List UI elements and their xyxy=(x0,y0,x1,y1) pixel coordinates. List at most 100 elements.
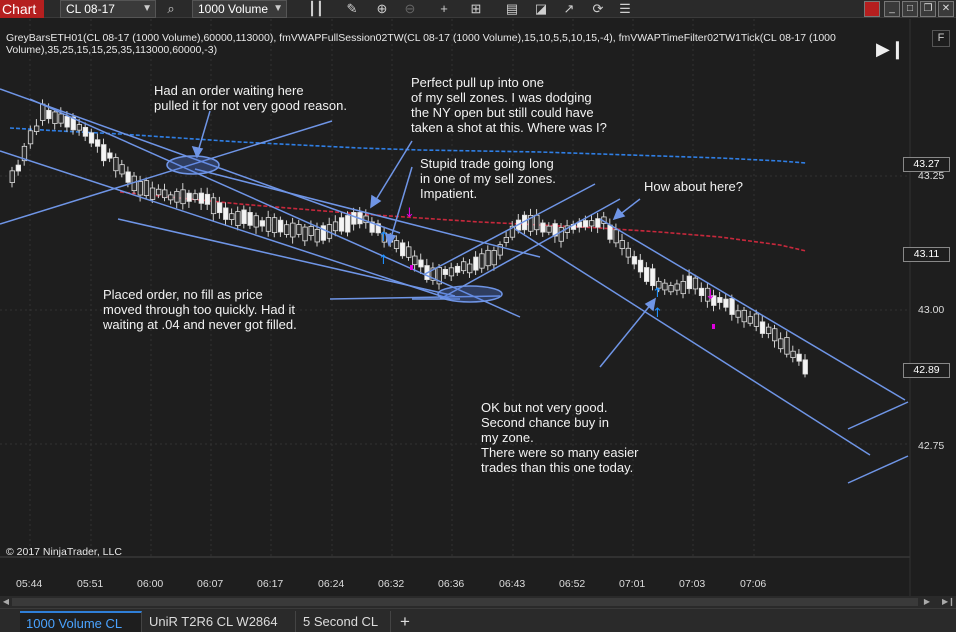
candle-body xyxy=(698,287,705,296)
formatting-button[interactable]: F xyxy=(932,30,950,47)
bar-type-icon[interactable]: ┃┃ xyxy=(307,1,325,17)
candle-body xyxy=(485,249,491,267)
candle-body xyxy=(277,219,284,233)
indicators-icon[interactable]: ▤ xyxy=(503,1,521,17)
candle-body xyxy=(735,310,741,318)
candle-body xyxy=(650,268,656,287)
drawing-tools-icon[interactable]: ↗ xyxy=(560,1,578,17)
candle-body xyxy=(143,180,150,197)
scroll-left-icon[interactable]: ◀ xyxy=(1,597,11,607)
candle-body xyxy=(454,265,461,273)
price-label: 42.75 xyxy=(918,440,945,452)
candle-body xyxy=(607,224,613,240)
candle-body xyxy=(637,259,644,273)
candle-body xyxy=(644,267,650,282)
link-color-icon[interactable] xyxy=(864,1,880,17)
candle-body xyxy=(418,259,424,268)
candle-body xyxy=(412,255,418,266)
time-label: 06:32 xyxy=(378,578,405,590)
candle-body xyxy=(34,125,40,132)
candle-body xyxy=(631,256,638,265)
time-label: 06:43 xyxy=(499,578,526,590)
candle-body xyxy=(479,253,485,269)
tab-1000-volume-cl[interactable]: 1000 Volume CL xyxy=(20,611,142,632)
close-icon[interactable]: ✕ xyxy=(938,1,954,17)
vwap-full-session-line xyxy=(9,127,807,164)
candle-body xyxy=(113,157,119,172)
maximize-icon[interactable]: □ xyxy=(902,1,918,17)
candle-body xyxy=(393,240,400,249)
candle-body xyxy=(9,170,15,183)
scroll-right-icon[interactable]: ▶ xyxy=(922,597,932,607)
candle-body xyxy=(399,242,406,257)
price-marker-last: 42.89 xyxy=(903,363,950,378)
candle-body xyxy=(589,220,595,227)
candle-body xyxy=(332,221,339,232)
candle-body xyxy=(503,237,510,243)
candle-body xyxy=(778,338,784,350)
candle-body xyxy=(296,224,302,235)
reload-icon[interactable]: ⟳ xyxy=(589,1,607,17)
scroll-end-icon[interactable]: ▶❙ xyxy=(942,597,955,607)
properties-icon[interactable]: ☰ xyxy=(616,1,634,17)
candle-body xyxy=(491,250,497,266)
tab-5-second-cl[interactable]: 5 Second CL xyxy=(297,611,391,632)
candle-body xyxy=(729,298,735,315)
annotation-second-chance: OK but not very good. Second chance buy … xyxy=(481,400,639,475)
candle-body xyxy=(790,350,796,359)
scrollbar-track[interactable] xyxy=(12,598,918,606)
candle-body xyxy=(613,229,619,244)
time-label: 06:07 xyxy=(197,578,224,590)
candle-body xyxy=(723,298,729,308)
search-icon[interactable]: ⌕ xyxy=(162,1,180,17)
candle-body xyxy=(265,217,272,232)
data-box-icon[interactable]: ⊞ xyxy=(467,1,485,17)
time-label: 06:17 xyxy=(257,578,284,590)
candle-body xyxy=(406,246,412,258)
draw-pencil-icon[interactable]: ✎ xyxy=(343,1,361,17)
candle-body xyxy=(137,181,144,196)
candle-body xyxy=(766,326,772,335)
annotation-sell-zone: Perfect pull up into one of my sell zone… xyxy=(411,75,607,135)
candle-body xyxy=(345,215,351,233)
restore-icon[interactable]: ❐ xyxy=(920,1,936,17)
candle-body xyxy=(759,321,766,334)
zoom-out-icon[interactable]: ⊖ xyxy=(401,1,419,17)
candle-body xyxy=(448,267,455,277)
crosshair-icon[interactable]: + xyxy=(435,1,453,17)
instrument-selector[interactable]: CL 08-17 ▼ xyxy=(60,0,156,18)
add-tab-icon[interactable]: + xyxy=(400,611,410,632)
candle-body xyxy=(583,220,589,228)
time-label: 07:06 xyxy=(740,578,767,590)
trendline-drawings[interactable] xyxy=(0,88,909,484)
candle-body xyxy=(320,225,327,241)
candle-body xyxy=(314,229,320,243)
chart-panel[interactable]: ↑ ↑ ↓ ↑ ↑ ↓ GreyBarsETH01(CL 08-17 (1000… xyxy=(0,19,956,596)
zoom-in-icon[interactable]: ⊕ xyxy=(373,1,391,17)
strategies-icon[interactable]: ◪ xyxy=(532,1,550,17)
candle-body xyxy=(717,297,723,303)
candle-body xyxy=(125,171,131,183)
time-label: 06:24 xyxy=(318,578,345,590)
minimize-icon[interactable]: _ xyxy=(884,1,900,17)
chart-window-label: Chart xyxy=(0,0,44,18)
play-replay-icon[interactable]: ▶❙ xyxy=(876,39,905,60)
interval-selector[interactable]: 1000 Volume ▼ xyxy=(192,0,287,18)
candle-body xyxy=(216,202,223,214)
candle-body xyxy=(625,247,631,258)
candle-body xyxy=(668,285,674,293)
tab-unir-t2r6-cl[interactable]: UniR T2R6 CL W2864 xyxy=(143,611,296,632)
candle-body xyxy=(52,111,58,124)
candle-body xyxy=(15,164,22,172)
candle-body xyxy=(229,213,235,220)
candle-body xyxy=(241,209,247,224)
time-label: 06:52 xyxy=(559,578,586,590)
svg-text:↓: ↓ xyxy=(705,288,716,303)
chart-scrollbar[interactable]: ◀ ▶ ▶❙ xyxy=(0,596,956,608)
annotation-how-about-here: How about here? xyxy=(644,179,744,194)
time-label: 07:01 xyxy=(619,578,646,590)
candle-body xyxy=(180,189,186,205)
candle-body xyxy=(686,275,692,290)
candle-body xyxy=(88,132,95,144)
indicator-legend: GreyBarsETH01(CL 08-17 (1000 Volume),600… xyxy=(6,32,836,56)
